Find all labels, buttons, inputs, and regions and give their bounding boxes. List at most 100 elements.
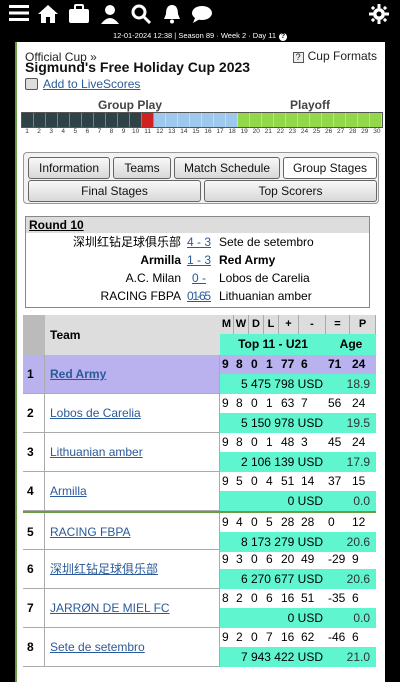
day-number: 12	[156, 128, 164, 135]
match-score-link[interactable]: 1 - 3	[184, 251, 214, 269]
stat-p: 24	[352, 396, 366, 410]
stat-w: 8	[236, 357, 243, 371]
day-number: 7	[97, 128, 102, 135]
away-team[interactable]: Lithuanian amber	[219, 287, 312, 305]
stat-p: 15	[352, 474, 366, 488]
cup-formats-link[interactable]: ? Cup Formats	[292, 49, 377, 63]
home-team[interactable]: RACING FBPA	[101, 287, 181, 305]
match-score-link[interactable]: 4 - 3	[184, 233, 214, 251]
home-icon[interactable]	[37, 4, 59, 26]
team-value: 6 270 677 USD	[220, 569, 326, 589]
stat-l: 7	[266, 630, 273, 644]
chat-icon[interactable]	[191, 4, 213, 26]
stat-m: 9	[222, 435, 229, 449]
add-to-livescores-link[interactable]: Add to LiveScores	[25, 77, 140, 91]
season-progress-bar	[21, 112, 383, 128]
stat-gf: 20	[281, 552, 295, 566]
team-link[interactable]: Lithuanian amber	[50, 433, 143, 472]
rank: 1	[23, 355, 45, 394]
away-team[interactable]: Lobos de Carelia	[219, 269, 310, 287]
tab-group-stages[interactable]: Group Stages	[283, 157, 377, 179]
away-team[interactable]: Red Army	[219, 251, 275, 269]
tab-match-schedule[interactable]: Match Schedule	[174, 157, 280, 179]
tab-final-stages[interactable]: Final Stages	[28, 180, 201, 202]
stat-w: 8	[236, 396, 243, 410]
help-icon[interactable]: ?	[279, 33, 288, 41]
stat-d: 0	[251, 552, 258, 566]
day-number: 22	[276, 128, 284, 135]
away-team[interactable]: Sete de setembro	[219, 233, 314, 251]
tab-teams[interactable]: Teams	[113, 157, 171, 179]
stat-d: 0	[251, 357, 258, 371]
stat-ga: 28	[301, 515, 315, 529]
stat-d: 0	[251, 474, 258, 488]
day-number: 23	[288, 128, 297, 135]
match-row: RACING FBPA 0 - 5 Lithuanian amber	[26, 287, 369, 305]
stat-l: 1	[266, 435, 273, 449]
day-segment	[358, 113, 370, 127]
cup-formats-label: Cup Formats	[307, 49, 377, 63]
match-score-link[interactable]: 0 - 5	[184, 287, 214, 305]
rank: 3	[23, 433, 45, 472]
team-link[interactable]: 深圳红钻足球俱乐部	[50, 550, 158, 589]
rank: 5	[23, 513, 45, 552]
stat-w: 8	[236, 435, 243, 449]
col-team-label: Team	[50, 328, 81, 342]
team-value: 0 USD	[220, 491, 326, 511]
round-results: Round 10 深圳红钻足球俱乐部 4 - 3 Sete de setembro A…	[25, 216, 370, 308]
menu-icon[interactable]	[8, 4, 30, 26]
team-age: 18.9	[326, 374, 376, 394]
search-icon[interactable]	[130, 4, 152, 26]
stat-p: 6	[352, 591, 359, 605]
briefcase-icon[interactable]	[68, 4, 90, 26]
day-number: 2	[37, 128, 41, 135]
home-team[interactable]: Armilla	[140, 251, 181, 269]
team-link[interactable]: JARRØN DE MIEL FC	[50, 589, 170, 628]
stat-w: 3	[236, 552, 243, 566]
home-team[interactable]: 深圳红钻足球俱乐部	[73, 233, 181, 251]
stat-d: 0	[251, 630, 258, 644]
col-header--: -	[299, 315, 326, 334]
day-segment	[346, 113, 358, 127]
day-number: 27	[337, 128, 345, 135]
home-team[interactable]: A.C. Milan	[126, 269, 181, 287]
user-icon[interactable]	[99, 4, 121, 26]
stat-ga: 6	[301, 357, 308, 371]
stat-diff: 37	[328, 474, 342, 488]
team-age: 21.0	[326, 647, 376, 667]
stat-p: 12	[352, 515, 366, 529]
day-number: 25	[312, 128, 321, 135]
col-header-W: W	[234, 315, 249, 334]
team-link[interactable]: Lobos de Carelia	[50, 394, 141, 433]
top-nav	[0, 0, 400, 30]
page-title: Sigmund's Free Holiday Cup 2023	[25, 59, 251, 75]
day-segment	[142, 113, 154, 127]
day-segment	[154, 113, 166, 127]
round-title[interactable]: Round 10	[26, 217, 369, 233]
day-number: 19	[240, 128, 248, 135]
team-link[interactable]: Red Army	[50, 355, 106, 394]
day-segment	[94, 113, 106, 127]
day-segment	[166, 113, 178, 127]
stat-w: 5	[236, 474, 243, 488]
bell-icon[interactable]	[161, 4, 183, 26]
day-number: 21	[264, 128, 272, 135]
team-link[interactable]: Armilla	[50, 472, 87, 511]
day-segment	[82, 113, 94, 127]
tab-top-scorers[interactable]: Top Scorers	[204, 180, 377, 202]
standings-row: 7 JARRØN DE MIEL FC 8 2 0 6 16 51 -35 6 0 USD 0.0	[23, 589, 376, 628]
stat-gf: 28	[281, 515, 295, 529]
stat-diff: 45	[328, 435, 342, 449]
tab-information[interactable]: Information	[28, 157, 110, 179]
tab-bar: Information Teams Match Schedule Group S…	[23, 152, 379, 204]
team-link[interactable]: RACING FBPA	[50, 513, 130, 552]
stat-w: 2	[236, 630, 243, 644]
team-link[interactable]: Sete de setembro	[50, 628, 145, 667]
stat-m: 9	[222, 515, 229, 529]
day-number: 11	[144, 128, 152, 135]
day-segment	[298, 113, 310, 127]
gear-icon[interactable]	[368, 4, 390, 26]
stat-w: 4	[236, 515, 243, 529]
header-pos-col	[23, 315, 45, 355]
team-value: 5 475 798 USD	[220, 374, 326, 394]
